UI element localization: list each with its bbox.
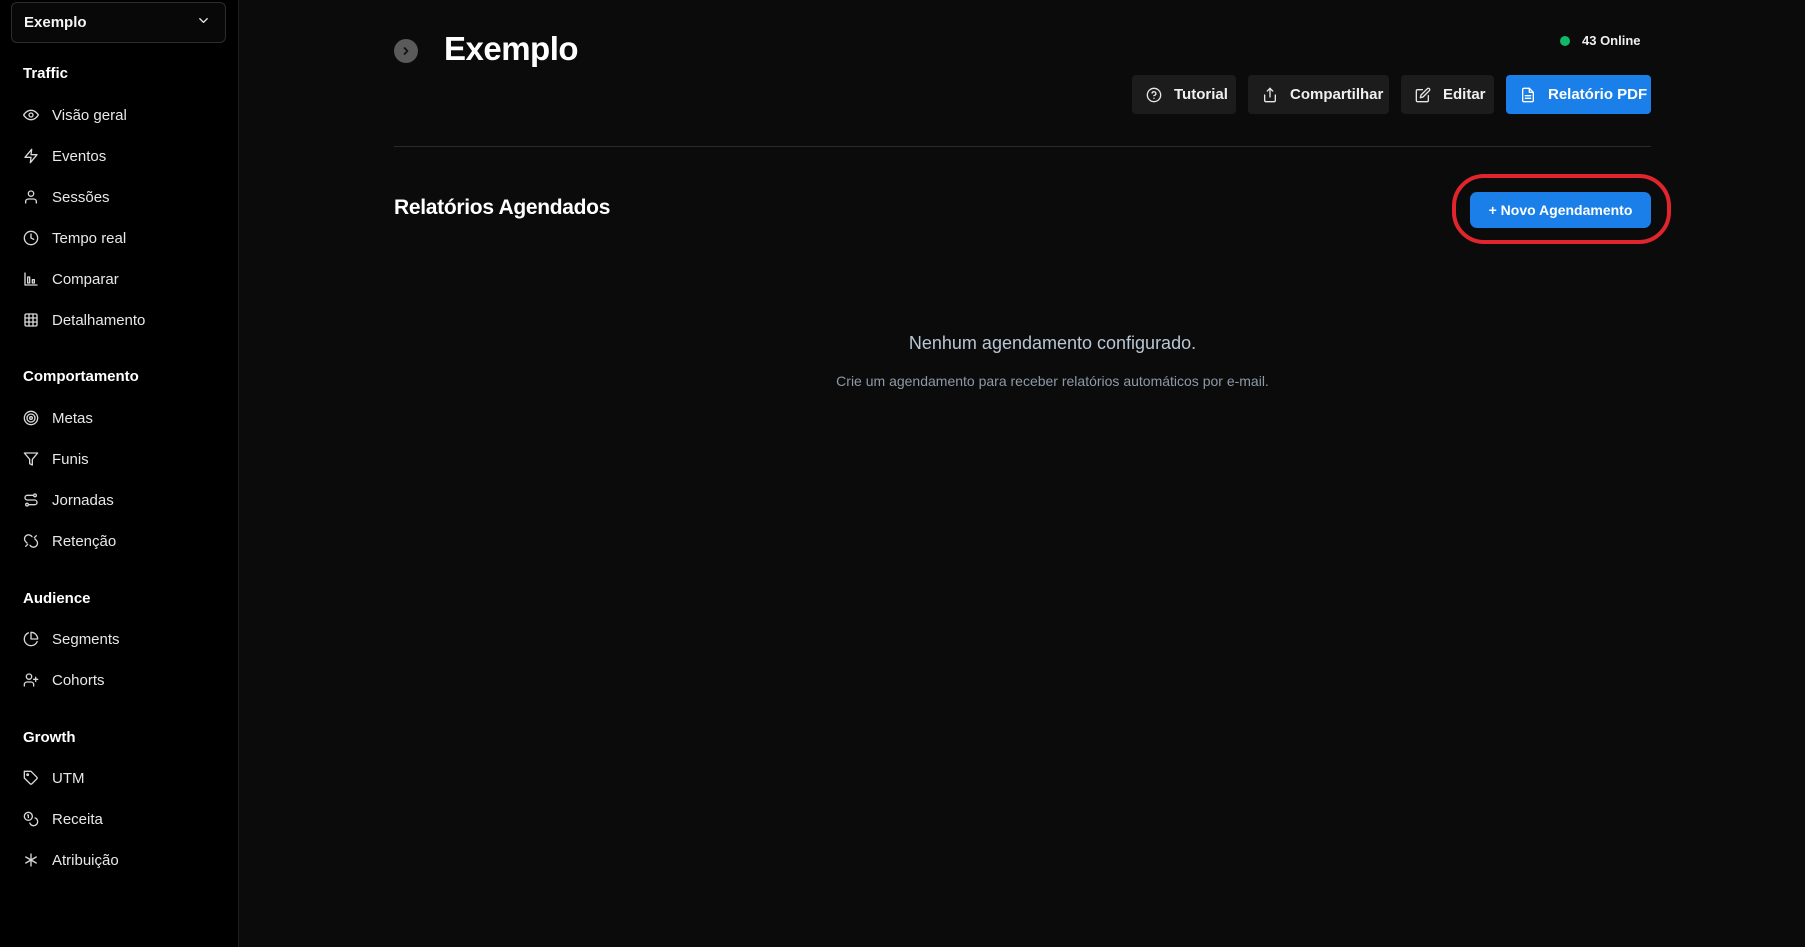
user-plus-icon <box>23 672 39 688</box>
sidebar-item-label: Funis <box>52 450 89 468</box>
sidebar-item-label: Visão geral <box>52 106 127 124</box>
sidebar-item-eventos[interactable]: Eventos <box>12 138 227 174</box>
nav-heading-traffic: Traffic <box>23 65 69 82</box>
page-title: Exemplo <box>444 30 579 67</box>
online-status-dot <box>1560 35 1570 46</box>
user-icon <box>23 189 39 205</box>
sidebar-item-detalhamento[interactable]: Detalhamento <box>12 302 227 338</box>
share-icon <box>1262 87 1278 103</box>
asterisk-icon <box>23 852 39 868</box>
site-selector[interactable]: Exemplo <box>11 2 226 43</box>
sidebar-item-retencao[interactable]: Retenção <box>12 523 227 559</box>
empty-state-subtitle: Crie um agendamento para receber relatór… <box>836 373 1269 389</box>
header-divider <box>394 146 1651 147</box>
empty-state-title: Nenhum agendamento configurado. <box>908 333 1197 353</box>
sidebar-item-jornadas[interactable]: Jornadas <box>12 482 227 518</box>
sidebar-item-utm[interactable]: UTM <box>12 760 227 796</box>
nav-heading-comportamento: Comportamento <box>23 368 139 385</box>
magnet-icon <box>23 533 39 549</box>
eye-icon <box>23 107 39 123</box>
sidebar-item-cohorts[interactable]: Cohorts <box>12 662 227 698</box>
sidebar: Exemplo Traffic Visão geral Eventos Sess… <box>0 0 239 947</box>
sidebar-item-label: Cohorts <box>52 671 105 689</box>
edit-label: Editar <box>1443 86 1486 103</box>
sidebar-item-sessoes[interactable]: Sessões <box>12 179 227 215</box>
new-schedule-button[interactable]: + Novo Agendamento <box>1470 192 1651 228</box>
sidebar-item-label: Segments <box>52 630 120 648</box>
collapse-sidebar-button[interactable] <box>394 39 418 63</box>
share-label: Compartilhar <box>1290 86 1384 103</box>
edit-button[interactable]: Editar <box>1401 75 1494 114</box>
sidebar-item-label: Retenção <box>52 532 117 550</box>
clock-icon <box>23 230 39 246</box>
sidebar-item-label: Comparar <box>52 270 119 288</box>
pdf-report-button[interactable]: Relatório PDF <box>1506 75 1651 114</box>
online-indicator: 43 Online <box>1560 33 1641 48</box>
chevron-down-icon <box>196 13 211 32</box>
site-selector-value: Exemplo <box>24 14 87 31</box>
sidebar-item-label: Jornadas <box>52 491 114 509</box>
file-text-icon <box>1520 87 1536 103</box>
sidebar-item-label: Atribuição <box>52 851 119 869</box>
sidebar-item-label: Metas <box>52 409 93 427</box>
sidebar-item-comparar[interactable]: Comparar <box>12 261 227 297</box>
target-icon <box>23 410 39 426</box>
funnel-icon <box>23 451 39 467</box>
sidebar-item-label: Sessões <box>52 188 110 206</box>
bolt-icon <box>23 148 39 164</box>
pdf-report-label: Relatório PDF <box>1548 86 1648 103</box>
sidebar-item-metas[interactable]: Metas <box>12 400 227 436</box>
main-content: Exemplo 43 Online Tutorial Compartilhar … <box>240 0 1805 947</box>
help-circle-icon <box>1146 87 1162 103</box>
share-button[interactable]: Compartilhar <box>1248 75 1389 114</box>
nav-heading-growth: Growth <box>23 729 76 746</box>
tutorial-label: Tutorial <box>1174 86 1228 103</box>
sidebar-item-segments[interactable]: Segments <box>12 621 227 657</box>
sidebar-item-atribuicao[interactable]: Atribuição <box>12 842 227 878</box>
pie-chart-icon <box>23 631 39 647</box>
sidebar-item-funis[interactable]: Funis <box>12 441 227 477</box>
tutorial-button[interactable]: Tutorial <box>1132 75 1236 114</box>
sidebar-item-label: Receita <box>52 810 103 828</box>
sidebar-item-label: Detalhamento <box>52 311 146 329</box>
sidebar-item-label: UTM <box>52 769 85 787</box>
sidebar-item-tempo-real[interactable]: Tempo real <box>12 220 227 256</box>
scheduled-reports-title: Relatórios Agendados <box>394 196 611 219</box>
edit-icon <box>1415 87 1431 103</box>
sidebar-item-visao-geral[interactable]: Visão geral <box>12 97 227 133</box>
sidebar-item-label: Eventos <box>52 147 107 165</box>
chevron-right-icon <box>400 45 412 57</box>
nav-heading-audience: Audience <box>23 590 91 607</box>
coins-icon <box>23 811 39 827</box>
app: Exemplo Traffic Visão geral Eventos Sess… <box>0 0 1805 947</box>
sidebar-item-receita[interactable]: Receita <box>12 801 227 837</box>
tag-icon <box>23 770 39 786</box>
bar-chart-icon <box>23 271 39 287</box>
sidebar-item-label: Tempo real <box>52 229 127 247</box>
online-count: 43 Online <box>1582 33 1641 48</box>
route-icon <box>23 492 39 508</box>
table-icon <box>23 312 39 328</box>
